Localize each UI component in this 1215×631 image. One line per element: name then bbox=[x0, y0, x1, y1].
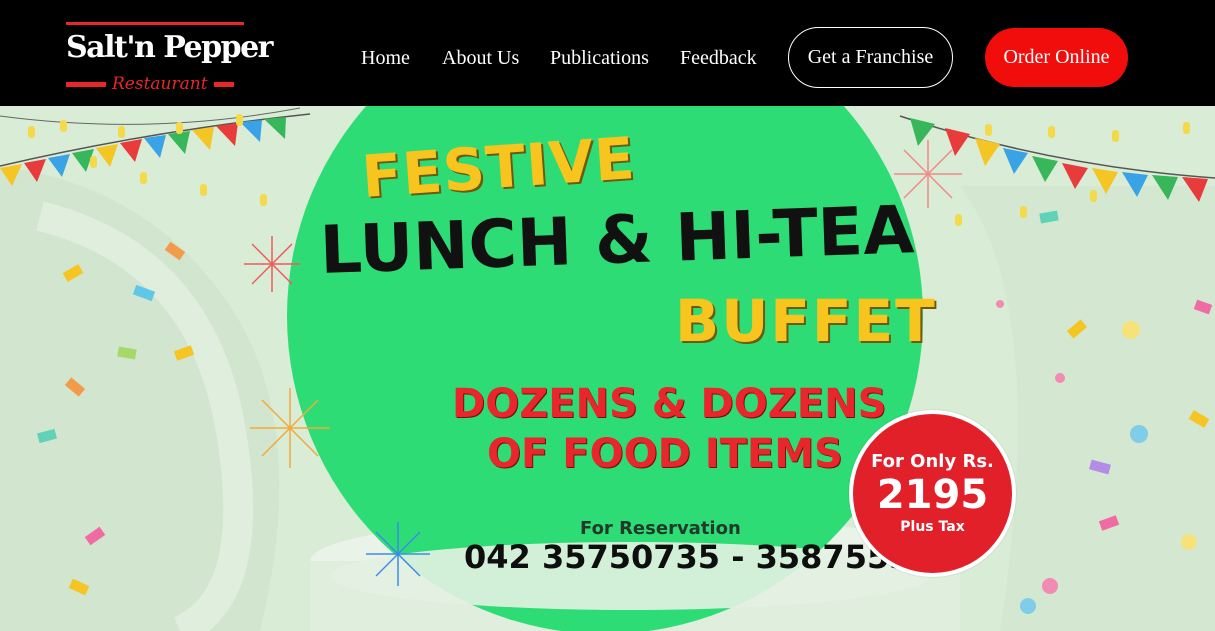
reservation-label: For Reservation bbox=[580, 518, 741, 539]
tagline-dozens: DOZENS & DOZENS bbox=[452, 381, 887, 427]
headline-lunch-hitea: LUNCH & HI-TEA bbox=[318, 191, 916, 289]
reservation-phones: 042 35750735 - 35875536 bbox=[464, 538, 934, 576]
nav-about-us[interactable]: About Us bbox=[442, 46, 519, 70]
logo[interactable]: Salt'n Pepper Restaurant bbox=[66, 22, 273, 94]
price-badge: For Only Rs. 2195 Plus Tax bbox=[849, 410, 1016, 577]
promo-banner[interactable]: FESTIVE LUNCH & HI-TEA BUFFET DOZENS & D… bbox=[0, 106, 1215, 631]
logo-top-bar bbox=[66, 22, 244, 25]
headline-buffet: BUFFET bbox=[675, 287, 937, 355]
nav-publications[interactable]: Publications bbox=[550, 46, 649, 70]
logo-brand-name: Salt'n Pepper bbox=[66, 30, 273, 65]
nav-home[interactable]: Home bbox=[361, 46, 410, 70]
site-header: Salt'n Pepper Restaurant Home About Us P… bbox=[0, 0, 1215, 106]
order-online-button[interactable]: Order Online bbox=[985, 28, 1128, 87]
logo-right-bar bbox=[213, 81, 234, 87]
price-prefix: For Only Rs. bbox=[871, 450, 994, 472]
logo-subtitle: Restaurant bbox=[112, 74, 208, 94]
nav-feedback[interactable]: Feedback bbox=[680, 46, 757, 70]
price-amount: 2195 bbox=[876, 471, 989, 518]
logo-subtitle-row: Restaurant bbox=[66, 75, 246, 93]
price-suffix: Plus Tax bbox=[900, 518, 965, 535]
tagline-food-items: OF FOOD ITEMS bbox=[487, 431, 843, 477]
get-franchise-button[interactable]: Get a Franchise bbox=[788, 27, 953, 88]
headline-festive: FESTIVE bbox=[359, 123, 638, 211]
logo-left-bar bbox=[66, 81, 106, 87]
